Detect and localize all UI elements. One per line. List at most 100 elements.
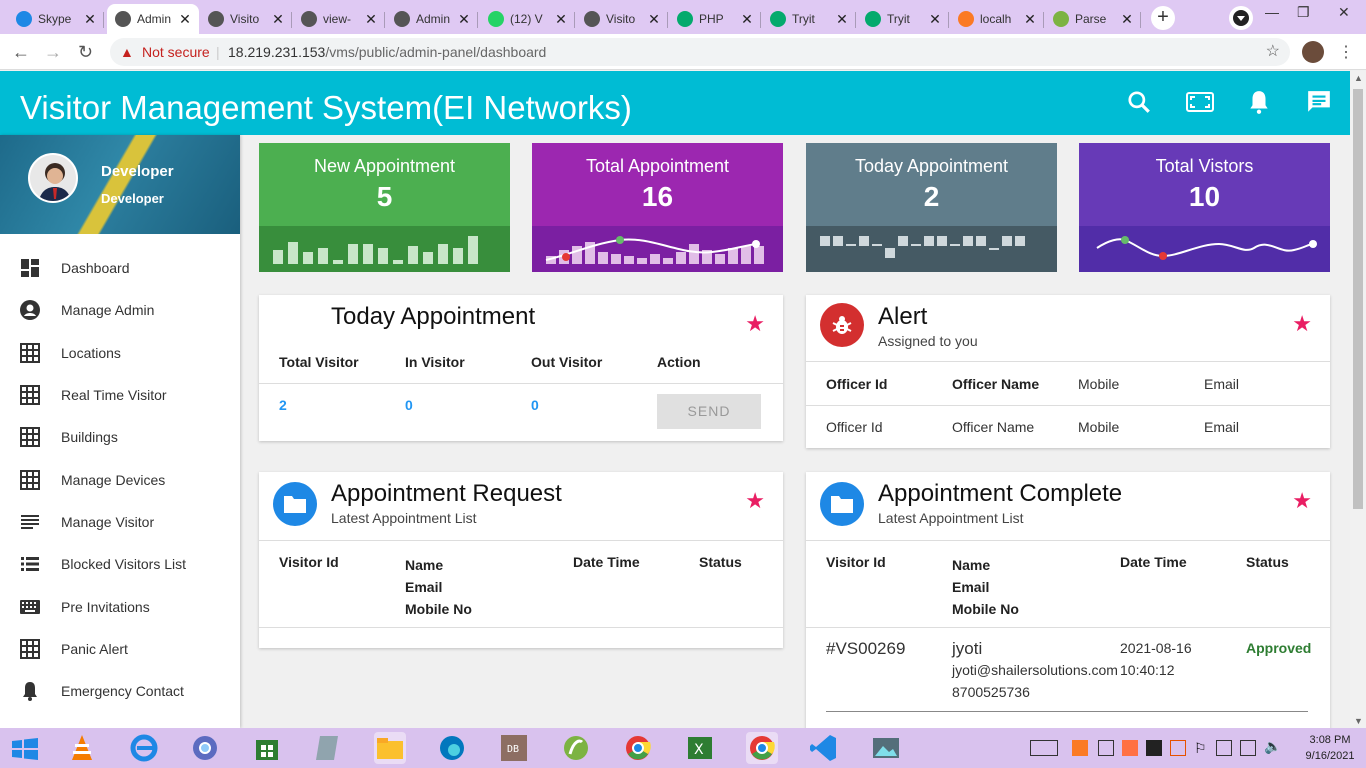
app-green-icon[interactable] [560,732,592,764]
internet-explorer-icon[interactable] [128,732,160,764]
stat-tile[interactable]: Total Appointment 16 [532,143,783,272]
stat-tile[interactable]: New Appointment 5 [259,143,510,272]
tab-close-icon[interactable]: ✕ [646,11,662,28]
sidebar-item-pre-invitations[interactable]: Pre Invitations [0,585,240,627]
browser-tab[interactable]: Admin ✕ [386,4,478,34]
volume-icon[interactable]: 🔈 [1264,738,1281,755]
sidebar-item-label: Real Time Visitor [61,387,167,404]
profile-banner: Developer Developer [0,135,240,234]
vscode-icon[interactable] [808,732,840,764]
not-secure-label[interactable]: Not secure [142,38,210,66]
tab-close-icon[interactable]: ✕ [363,11,379,28]
sidebar-item-manage-visitor[interactable]: Manage Visitor [0,501,240,543]
back-icon[interactable]: ← [12,42,30,63]
browser-tab[interactable]: PHP ✕ [669,4,761,34]
tab-close-icon[interactable]: ✕ [456,11,472,28]
stat-tile[interactable]: Today Appointment 2 [806,143,1057,272]
tray-icon[interactable] [1146,740,1162,756]
dosbox-icon[interactable]: DB [498,732,530,764]
sidebar-item-manage-devices[interactable]: Manage Devices [0,458,240,500]
sidebar-item-buildings[interactable]: Buildings [0,416,240,458]
system-clock[interactable]: 3:08 PM 9/16/2021 [1300,732,1360,764]
new-tab-button[interactable]: + [1151,6,1175,30]
url-input[interactable]: ▲ Not secure | 18.219.231.153/vms/public… [110,38,1290,66]
sidebar-item-blocked-visitors-list[interactable]: Blocked Visitors List [0,543,240,585]
profile-avatar[interactable] [28,153,78,203]
tray-icon[interactable] [1122,740,1138,756]
profile-dropdown-icon[interactable] [1229,6,1253,30]
browser-tab[interactable]: Tryit ✕ [857,4,949,34]
user-avatar[interactable] [1302,41,1324,63]
reload-icon[interactable]: ↻ [78,42,93,63]
stat-tile[interactable]: Total Vistors 10 [1079,143,1330,272]
minimize-icon[interactable]: — [1265,4,1279,20]
tab-close-icon[interactable]: ✕ [270,11,286,28]
notifications-bell-icon[interactable] [1246,89,1272,115]
favorite-star-icon[interactable]: ★ [745,488,765,514]
favorite-star-icon[interactable]: ★ [745,311,765,337]
tab-close-icon[interactable]: ✕ [82,11,98,28]
tab-close-icon[interactable]: ✕ [553,11,569,28]
tab-label: Admin [137,12,172,26]
col-mobile: Mobile [1078,376,1120,392]
sidebar-item-dashboard[interactable]: Dashboard [0,247,240,289]
browser-tab[interactable]: Visito ✕ [200,4,292,34]
page-scrollbar[interactable]: ▲ ▼ [1350,71,1366,728]
favorite-star-icon[interactable]: ★ [1292,488,1312,514]
vlc-icon[interactable] [66,732,98,764]
window-close-icon[interactable]: ✕ [1338,4,1350,21]
send-button[interactable]: SEND [657,394,761,429]
edge-icon[interactable] [436,732,468,764]
tab-close-icon[interactable]: ✕ [1022,11,1038,28]
total-visitor-link[interactable]: 2 [279,397,287,413]
browser-tab[interactable]: Parse ✕ [1045,4,1141,34]
more-menu-icon[interactable]: ⋮ [1338,42,1354,62]
spark-point [616,236,624,244]
fullscreen-icon[interactable] [1185,89,1215,115]
out-visitor-link[interactable]: 0 [531,397,539,413]
browser-tab[interactable]: Skype ✕ [8,4,104,34]
tab-close-icon[interactable]: ✕ [1119,11,1135,28]
bookmark-star-icon[interactable]: ☆ [1266,38,1280,66]
sidebar-item-manage-admin[interactable]: Manage Admin [0,289,240,331]
file-explorer-icon[interactable] [374,732,406,764]
favorite-star-icon[interactable]: ★ [1292,311,1312,337]
windows-start-icon[interactable] [12,738,38,760]
tray-icon[interactable] [1170,740,1186,756]
sidebar-item-real-time-visitor[interactable]: Real Time Visitor [0,374,240,416]
browser-tab[interactable]: Admin ✕ [107,4,199,34]
scrollbar-thumb[interactable] [1353,89,1363,509]
browser-tab[interactable]: view- ✕ [293,4,385,34]
tab-close-icon[interactable]: ✕ [927,11,943,28]
forward-icon[interactable]: → [44,42,62,63]
photos-icon[interactable] [870,732,902,764]
messages-icon[interactable] [1306,89,1332,115]
notes-icon[interactable] [312,732,344,764]
store-icon[interactable] [251,732,283,764]
browser-tab[interactable]: (12) V ✕ [480,4,575,34]
chrome-active-icon[interactable] [746,732,778,764]
restore-icon[interactable]: ❐ [1297,4,1310,21]
col-in-visitor: In Visitor [405,354,465,370]
sidebar-item-emergency-contact[interactable]: Emergency Contact [0,670,240,712]
sidebar-item-locations[interactable]: Locations [0,332,240,374]
chrome-icon[interactable] [622,732,654,764]
tab-close-icon[interactable]: ✕ [739,11,755,28]
tab-close-icon[interactable]: ✕ [834,11,850,28]
network-icon[interactable] [1240,740,1256,756]
xampp-tray-icon[interactable] [1072,740,1088,756]
keyboard-tray-icon[interactable] [1030,740,1058,756]
tray-icon[interactable] [1098,740,1114,756]
tray-icon[interactable] [1216,740,1232,756]
chromium-icon[interactable] [189,732,221,764]
excel-icon[interactable]: X [684,732,716,764]
col-officer-name: Officer Name [952,376,1040,392]
sidebar-item-panic-alert[interactable]: Panic Alert [0,628,240,670]
browser-tab[interactable]: localh ✕ [950,4,1044,34]
tab-close-icon[interactable]: ✕ [177,11,193,28]
browser-tab[interactable]: Tryit ✕ [762,4,856,34]
in-visitor-link[interactable]: 0 [405,397,413,413]
flag-icon[interactable]: ⚐ [1194,740,1207,757]
browser-tab[interactable]: Visito ✕ [576,4,668,34]
search-icon[interactable] [1126,89,1152,115]
